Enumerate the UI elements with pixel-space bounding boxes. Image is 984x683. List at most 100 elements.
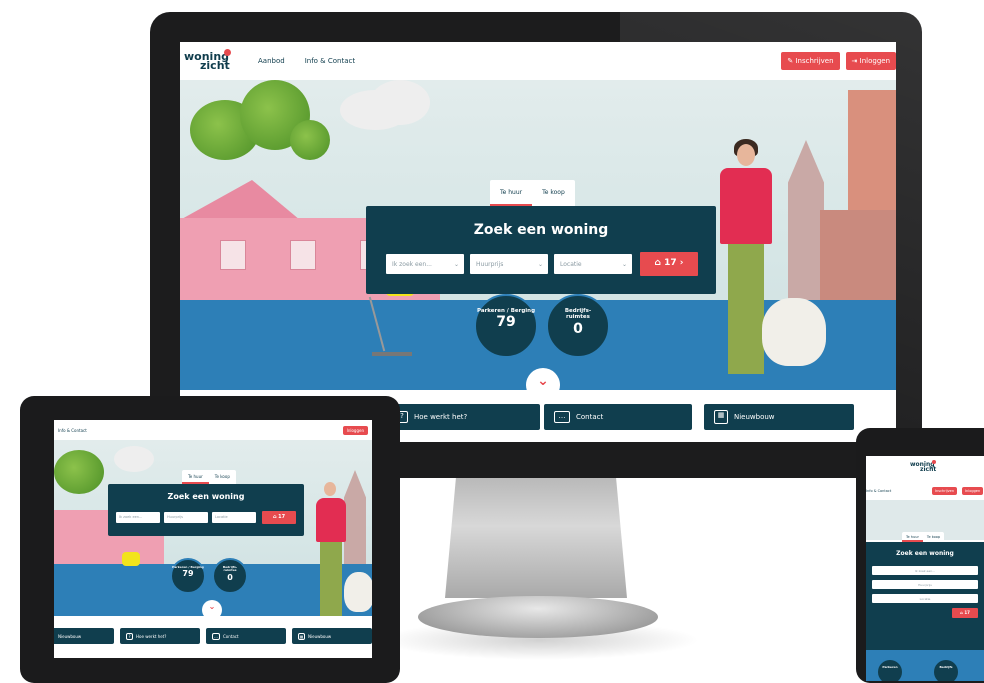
feature-new-build[interactable]: ▦ Nieuwbouw <box>704 404 854 430</box>
tablet-stat-business-label: Bedrijfs-ruimtes <box>222 565 238 573</box>
nav-aanbod[interactable]: Aanbod <box>258 57 285 65</box>
feature-contact[interactable]: … Contact <box>544 404 692 430</box>
building-icon: ▦ <box>298 632 305 640</box>
phone-results-count: 17 <box>964 610 970 615</box>
chevron-right-icon: › <box>676 258 684 268</box>
search-results-button[interactable]: ⌂ 17 › <box>640 252 698 276</box>
nav-info-contact[interactable]: Info & Contact <box>305 57 355 65</box>
house-roof <box>180 180 300 220</box>
tablet-site: Info & Contact Inloggen Te huur Te koop … <box>54 420 372 658</box>
tablet-feature-how[interactable]: ? Hoe werkt het? <box>120 628 200 644</box>
tablet-search-panel: Zoek een woning Ik zoek een... Huurprijs… <box>108 484 304 536</box>
scooter-deck <box>372 352 412 356</box>
search-title: Zoek een woning <box>473 222 609 238</box>
tablet-nav-info[interactable]: Info & Contact <box>58 428 87 433</box>
phone-nav-info[interactable]: Info & Contact <box>866 489 891 493</box>
phone-stat-business-label: Bedrijfs <box>939 665 953 669</box>
phone-tab-te-huur[interactable]: Te huur <box>902 532 923 542</box>
register-button[interactable]: ✎ Inschrijven <box>781 52 840 70</box>
hero: Te huur Te koop Zoek een woning Ik zoek … <box>180 80 896 390</box>
chevron-down-icon: ⌄ <box>621 261 627 268</box>
phone-type-value: Ik zoek een... <box>915 569 935 573</box>
tablet-type-value: Ik zoek een... <box>119 515 143 519</box>
tab-te-koop[interactable]: Te koop <box>532 180 575 206</box>
tablet-location-value: Locatie <box>215 515 228 519</box>
tablet-feature-1[interactable]: Nieuwbouw <box>54 628 114 644</box>
phone-login-button[interactable]: Inloggen <box>962 487 984 495</box>
stat-parking[interactable]: Parkeren / Berging 79 <box>474 294 538 358</box>
phone-logo-line2: zicht <box>920 466 937 474</box>
tablet-feature-how-label: Hoe werkt het? <box>136 633 167 639</box>
listing-tabs: Te huur Te koop <box>490 180 575 206</box>
monitor-stand <box>445 478 627 598</box>
phone-location-select[interactable]: Locatie <box>872 594 978 603</box>
stat-business[interactable]: Bedrijfs-ruimtes 0 <box>546 294 610 358</box>
tablet-search-button[interactable]: ⌂ 17 <box>262 511 296 524</box>
desktop-screen: woning zicht Aanbod Info & Contact ✎ Ins… <box>180 42 896 442</box>
tablet-type-select[interactable]: Ik zoek een... <box>116 512 160 523</box>
logo[interactable]: woning zicht <box>184 48 232 71</box>
phone-logo-dot <box>932 460 936 464</box>
woman-top <box>720 168 772 244</box>
phone-tabs: Te huur Te koop <box>902 532 945 542</box>
tablet-woman-top <box>316 498 346 542</box>
phone-screen: woning zicht Info & Contact Inschrijven … <box>866 456 984 681</box>
tablet-feature-bar: Nieuwbouw ? Hoe werkt het? … Contact ▦ N… <box>54 616 372 658</box>
phone-stat-parking-label: Parkeren <box>882 665 898 669</box>
tablet-dog <box>344 572 372 612</box>
tree-leaves <box>290 120 330 160</box>
type-select[interactable]: Ik zoek een... ⌄ <box>386 254 464 274</box>
login-button[interactable]: ⇥ Inloggen <box>845 52 896 70</box>
chevron-down-icon: ⌄ <box>537 261 543 268</box>
tablet-feature-new-build[interactable]: ▦ Nieuwbouw <box>292 628 372 644</box>
phone-logo[interactable]: woning zicht <box>910 460 937 474</box>
tablet-login-button[interactable]: Inloggen <box>342 425 368 435</box>
register-label: Inschrijven <box>795 57 834 65</box>
feature-how-it-works[interactable]: ? Hoe werkt het? <box>390 404 540 430</box>
feature-how-label: Hoe werkt het? <box>414 413 468 421</box>
phone-tab-te-koop[interactable]: Te koop <box>923 532 944 542</box>
feature-new-build-label: Nieuwbouw <box>734 413 775 421</box>
chat-icon: … <box>212 632 220 640</box>
phone-location-value: Locatie <box>919 597 931 601</box>
price-select[interactable]: Huurprijs ⌄ <box>470 254 548 274</box>
tablet-price-select[interactable]: Huurprijs <box>164 512 208 523</box>
phone-price-select[interactable]: Huurprijs <box>872 580 978 589</box>
tablet-price-value: Huurprijs <box>167 515 183 519</box>
stat-parking-value: 79 <box>496 314 516 331</box>
phone-search-button[interactable]: ⌂ 17 <box>952 608 978 618</box>
phone-search-panel: Zoek een woning Ik zoek een... Huurprijs… <box>866 542 984 650</box>
price-select-value: Huurprijs <box>476 261 504 268</box>
tablet-scroll-down[interactable]: ⌄ <box>202 600 222 616</box>
phone-stat-parking[interactable]: Parkeren <box>876 658 904 681</box>
question-icon: ? <box>126 632 133 640</box>
phone-register-button[interactable]: Inschrijven <box>932 487 958 495</box>
logo-dot <box>224 48 231 56</box>
tablet-feature-new-build-label: Nieuwbouw <box>308 633 332 639</box>
login-label: Inloggen <box>859 57 890 65</box>
cloud <box>370 80 430 125</box>
desktop-site: woning zicht Aanbod Info & Contact ✎ Ins… <box>180 42 896 442</box>
phone-type-select[interactable]: Ik zoek een... <box>872 566 978 575</box>
house-window <box>290 240 316 270</box>
tablet-tab-te-huur[interactable]: Te huur <box>182 470 209 484</box>
tablet-screen: Info & Contact Inloggen Te huur Te koop … <box>54 420 372 658</box>
tablet-search-title: Zoek een woning <box>167 492 245 501</box>
results-count: 17 <box>664 258 677 268</box>
tablet-tabs: Te huur Te koop <box>182 470 236 484</box>
tablet-results-count: 17 <box>278 514 286 520</box>
tablet-location-select[interactable]: Locatie <box>212 512 256 523</box>
woman-legs <box>728 244 764 374</box>
tablet-feature-contact-label: Contact <box>223 633 239 639</box>
tablet-feature-contact[interactable]: … Contact <box>206 628 286 644</box>
tablet-stat-parking-value: 79 <box>182 569 194 579</box>
tablet-stat-parking[interactable]: Parkeren / Berging 79 <box>170 558 206 594</box>
stat-business-value: 0 <box>573 320 583 337</box>
phone-stat-business[interactable]: Bedrijfs <box>932 658 960 681</box>
search-panel: Zoek een woning Ik zoek een... ⌄ Huurprij… <box>366 206 716 294</box>
tablet-tab-te-koop[interactable]: Te koop <box>209 470 236 484</box>
tab-te-huur[interactable]: Te huur <box>490 180 533 206</box>
location-select[interactable]: Locatie ⌄ <box>554 254 632 274</box>
site-header: woning zicht Aanbod Info & Contact ✎ Ins… <box>180 42 896 80</box>
tablet-stat-business[interactable]: Bedrijfs-ruimtes 0 <box>212 558 248 594</box>
